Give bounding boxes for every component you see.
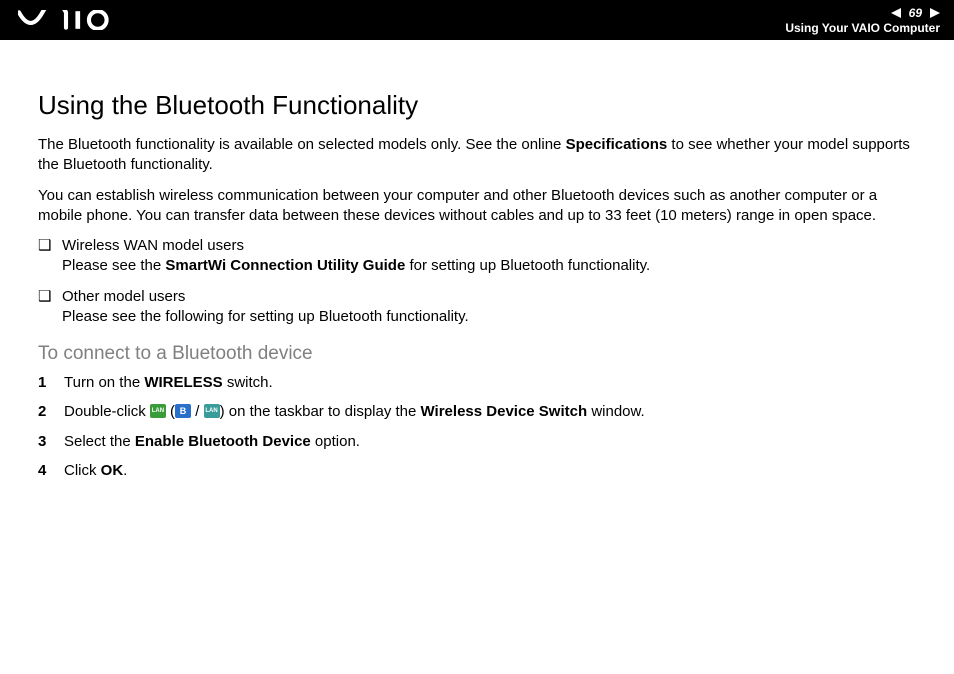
text: The Bluetooth functionality is available… — [38, 136, 566, 153]
list-item: ❑ Other model users Please see the follo… — [38, 287, 918, 328]
text: / — [191, 403, 204, 420]
text: Select the — [64, 433, 135, 450]
text-bold: Wireless Device Switch — [421, 403, 588, 420]
text: ( — [166, 403, 175, 420]
text: Please see the following for setting up … — [62, 308, 469, 325]
list-item: 4 Click OK. — [38, 461, 918, 481]
header-right: 69 Using Your VAIO Computer — [785, 6, 940, 35]
text-bold: OK — [101, 462, 124, 479]
list-item: 1 Turn on the WIRELESS switch. — [38, 373, 918, 393]
header-section-title: Using Your VAIO Computer — [785, 21, 940, 35]
intro-paragraph-1: The Bluetooth functionality is available… — [38, 135, 918, 176]
step-number: 2 — [38, 402, 48, 422]
text-bold: Enable Bluetooth Device — [135, 433, 311, 450]
prev-page-arrow-icon[interactable] — [891, 8, 905, 18]
text: Please see the — [62, 257, 165, 274]
text: window. — [587, 403, 645, 420]
bullet-body: Other model users Please see the followi… — [62, 287, 469, 328]
vaio-logo — [18, 10, 114, 30]
step-body: Turn on the WIRELESS switch. — [64, 373, 273, 393]
page-number: 69 — [909, 6, 922, 20]
text: Click — [64, 462, 101, 479]
step-body: Double-click LAN ( B / LAN) on the taskba… — [64, 402, 645, 422]
text-bold: SmartWi Connection Utility Guide — [165, 257, 405, 274]
step-number: 3 — [38, 432, 48, 452]
text: for setting up Bluetooth functionality. — [405, 257, 650, 274]
steps-list: 1 Turn on the WIRELESS switch. 2 Double-… — [38, 373, 918, 481]
step-number: 1 — [38, 373, 48, 393]
bullet-icon: ❑ — [38, 287, 50, 328]
bullet-head: Other model users — [62, 288, 185, 305]
step-number: 4 — [38, 461, 48, 481]
text: . — [123, 462, 127, 479]
intro-paragraph-2: You can establish wireless communication… — [38, 186, 918, 227]
next-page-arrow-icon[interactable] — [926, 8, 940, 18]
list-item: 3 Select the Enable Bluetooth Device opt… — [38, 432, 918, 452]
subheading: To connect to a Bluetooth device — [38, 343, 918, 365]
icon-label: LAN — [205, 407, 217, 415]
bullet-body: Wireless WAN model users Please see the … — [62, 236, 650, 277]
taskbar-lan-off-icon: LAN — [204, 404, 220, 418]
bullet-list: ❑ Wireless WAN model users Please see th… — [38, 236, 918, 327]
text: Turn on the — [64, 374, 144, 391]
taskbar-bluetooth-icon: B — [175, 404, 191, 418]
text: ) — [220, 403, 229, 420]
step-body: Select the Enable Bluetooth Device optio… — [64, 432, 360, 452]
icon-label: LAN — [152, 407, 164, 415]
bullet-icon: ❑ — [38, 236, 50, 277]
page-content: Using the Bluetooth Functionality The Bl… — [0, 40, 954, 481]
text: option. — [311, 433, 360, 450]
bullet-head: Wireless WAN model users — [62, 237, 244, 254]
page-header: 69 Using Your VAIO Computer — [0, 0, 954, 40]
icon-label: B — [180, 405, 187, 417]
text: switch. — [223, 374, 273, 391]
page-nav: 69 — [891, 6, 940, 20]
text-bold: Specifications — [566, 136, 668, 153]
text: Double-click — [64, 403, 150, 420]
list-item: ❑ Wireless WAN model users Please see th… — [38, 236, 918, 277]
text-bold: WIRELESS — [144, 374, 222, 391]
step-body: Click OK. — [64, 461, 127, 481]
taskbar-lan-icon: LAN — [150, 404, 166, 418]
text: on the taskbar to display the — [229, 403, 421, 420]
page-title: Using the Bluetooth Functionality — [38, 90, 918, 121]
vaio-logo-icon — [18, 10, 114, 30]
list-item: 2 Double-click LAN ( B / LAN) on the task… — [38, 402, 918, 422]
